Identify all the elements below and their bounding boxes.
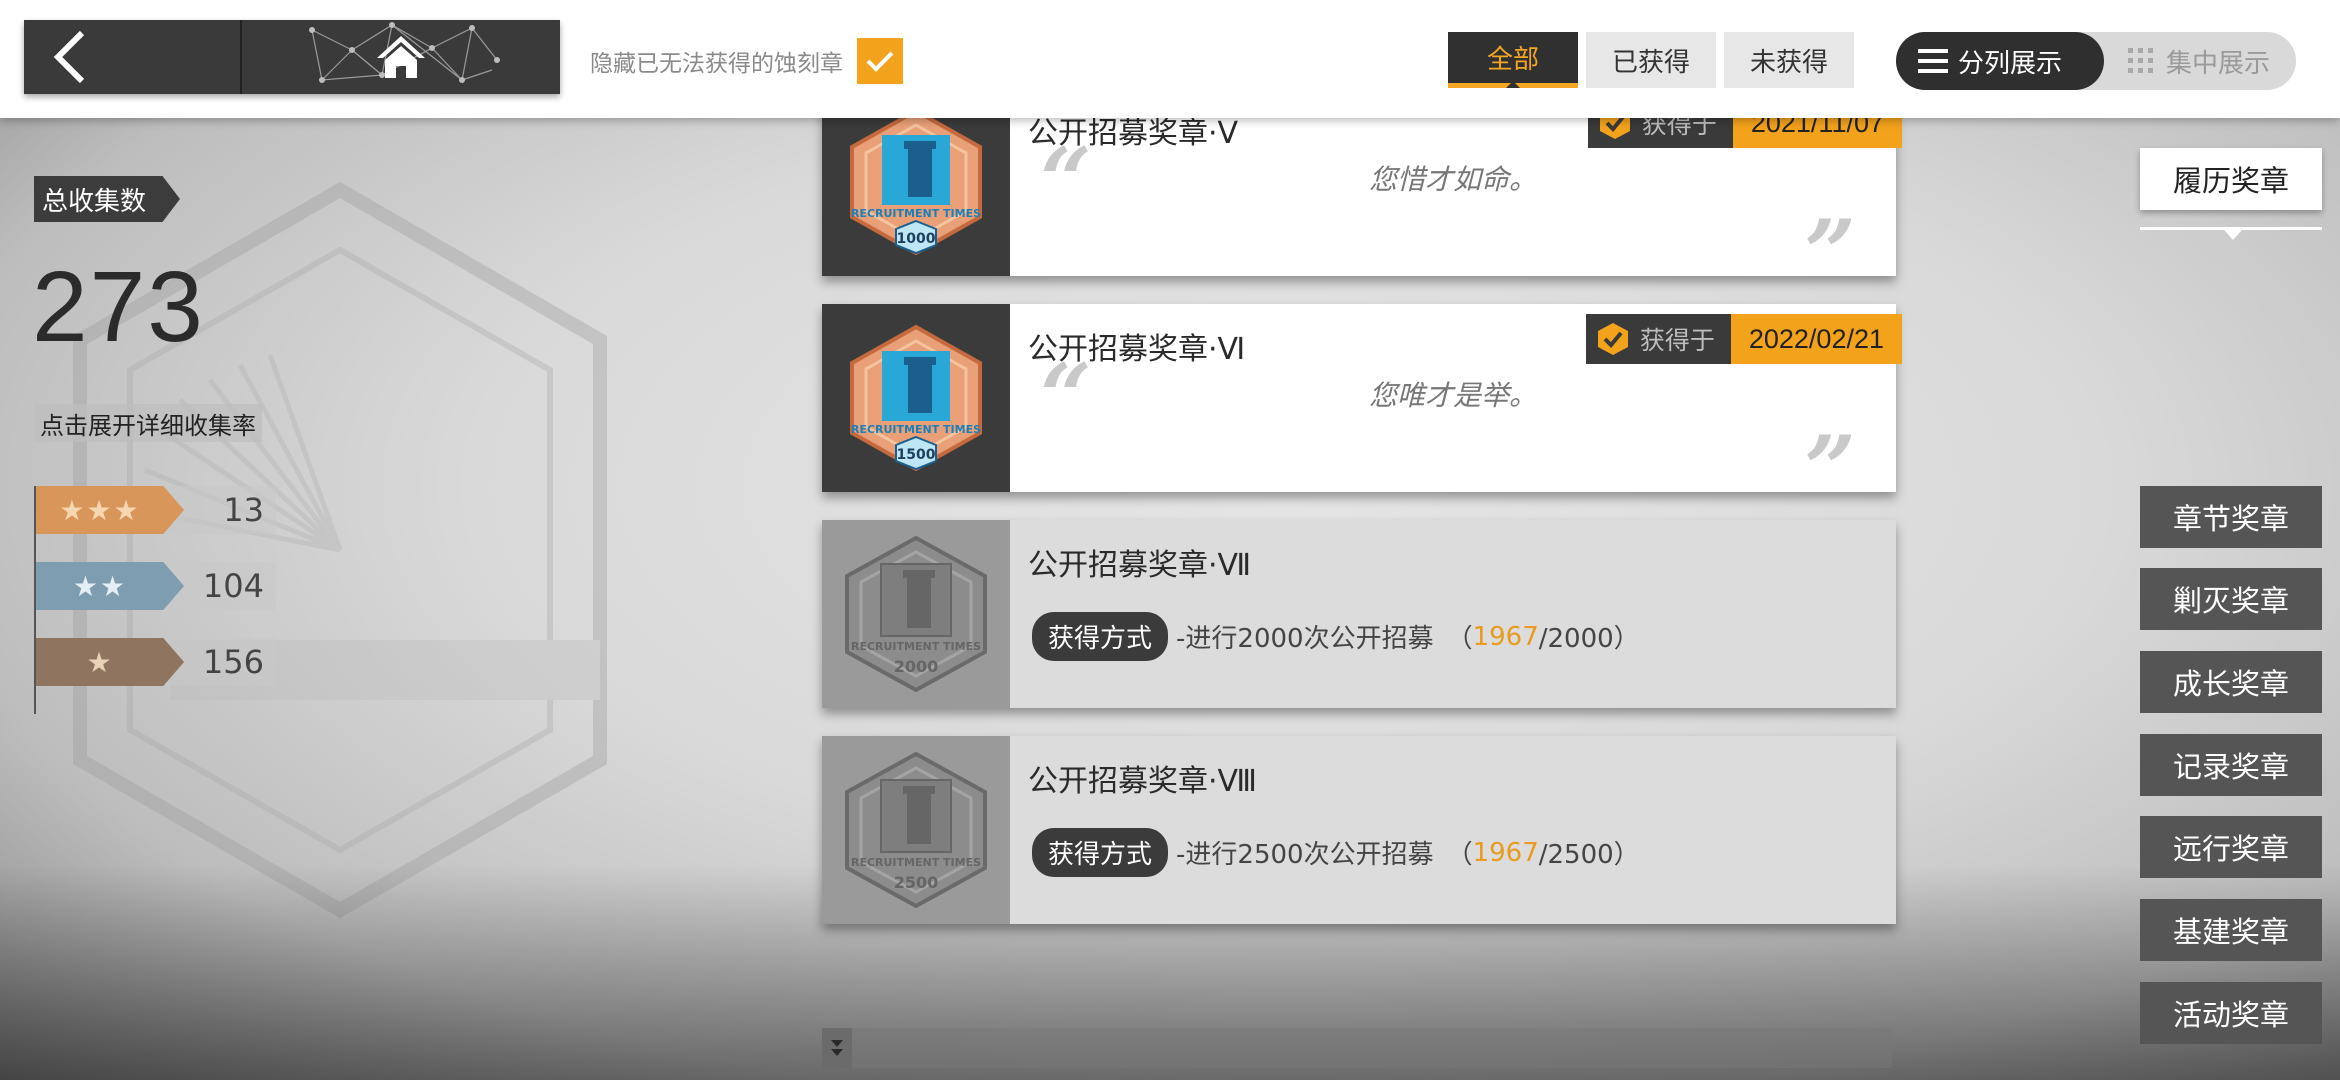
category-tab-chapter[interactable]: 章节奖章 — [2140, 486, 2322, 548]
two-star-tag: ★★ — [36, 562, 184, 610]
nav-group — [24, 20, 560, 94]
badge-number: 2500 — [894, 873, 939, 892]
acquire-method-text: -进行2500次公开招募 （ — [1176, 840, 1473, 870]
recruitment-medal-icon: RECRUITMENT TIMES 2000 — [845, 535, 987, 693]
medal-card-body: 公开招募奖章·Ⅵ “ 您唯才是举。 ” 获得于 2022/02/21 — [1010, 304, 1902, 514]
badge-caption: RECRUITMENT TIMES — [851, 207, 981, 220]
list-icon — [1918, 49, 1948, 73]
badge-number: 1000 — [897, 231, 936, 247]
medal-card-body: 公开招募奖章·Ⅷ 获得方式 -进行2500次公开招募 （1967/2500） — [1010, 736, 1896, 924]
medal-card[interactable]: RECRUITMENT TIMES 1500 公开招募奖章·Ⅵ “ 您唯才是举。… — [822, 304, 1902, 514]
progress-current: 1967 — [1472, 837, 1539, 868]
three-star-tag: ★★★ — [36, 486, 184, 534]
home-button[interactable] — [242, 20, 560, 94]
acquire-method-label: 获得方式 — [1032, 828, 1169, 877]
badge-caption: RECRUITMENT TIMES — [851, 856, 981, 869]
rarity-row-3star: ★★★ 13 — [36, 486, 276, 534]
recruitment-medal-icon: RECRUITMENT TIMES 1000 — [850, 108, 982, 256]
progress-total: /2500） — [1538, 840, 1640, 870]
rarity-breakdown: ★★★ 13 ★★ 104 ★ 156 — [34, 486, 276, 714]
medal-title: 公开招募奖章·Ⅶ — [1028, 548, 1252, 583]
chevron-left-icon — [53, 30, 85, 84]
expand-collection-rate-button[interactable]: 点击展开详细收集率 — [34, 404, 262, 442]
medal-card-locked[interactable]: RECRUITMENT TIMES 2500 公开招募奖章·Ⅷ 获得方式 -进行… — [822, 736, 1896, 924]
view-mode-grid-label: 集中展示 — [2166, 48, 2271, 79]
category-tab-base[interactable]: 基建奖章 — [2140, 899, 2322, 961]
medal-title: 公开招募奖章·Ⅷ — [1028, 764, 1258, 799]
medal-icon-locked: RECRUITMENT TIMES 2500 — [822, 736, 1010, 924]
one-star-count: 156 — [202, 643, 264, 681]
medal-icon-locked: RECRUITMENT TIMES 2000 — [822, 520, 1010, 708]
three-star-count: 13 — [223, 491, 264, 529]
one-star-tag: ★ — [36, 638, 184, 686]
progress-current: 1967 — [1472, 621, 1539, 652]
acquire-method-label: 获得方式 — [1032, 612, 1169, 661]
medal-quote: 您惜才如命。 — [1368, 163, 1537, 196]
total-collection-title: 总收集数 — [34, 176, 180, 222]
obtained-label-text: 获得于 — [1639, 326, 1715, 355]
top-bar: 隐藏已无法获得的蚀刻章 全部 已获得 未获得 分列展示 集中展示 — [0, 0, 2340, 118]
filter-tab-obtained[interactable]: 已获得 — [1586, 32, 1716, 88]
progress-total: /2000） — [1538, 624, 1640, 654]
category-tab-expedition[interactable]: 远行奖章 — [2140, 816, 2322, 878]
quote-close-icon: ” — [1804, 200, 1856, 306]
two-star-count: 104 — [202, 567, 264, 605]
view-mode-grid[interactable]: 集中展示 — [2104, 32, 2292, 90]
view-mode-toggle: 分列展示 集中展示 — [1896, 32, 2296, 90]
category-tab-growth[interactable]: 成长奖章 — [2140, 651, 2322, 713]
horizontal-scrollbar[interactable] — [822, 1028, 1892, 1068]
back-button[interactable] — [24, 20, 242, 94]
acquire-method-text: -进行2000次公开招募 （ — [1176, 624, 1473, 654]
recruitment-medal-icon: RECRUITMENT TIMES 2500 — [845, 751, 987, 909]
category-tab-record[interactable]: 记录奖章 — [2140, 734, 2322, 796]
acquire-method-row: 获得方式 -进行2500次公开招募 （1967/2500） — [1028, 828, 1896, 877]
rarity-row-2star: ★★ 104 — [36, 562, 276, 610]
double-chevron-down-icon — [831, 1040, 843, 1056]
badge-number: 1500 — [897, 447, 936, 463]
badge-caption: RECRUITMENT TIMES — [851, 640, 981, 653]
filter-tab-not-obtained[interactable]: 未获得 — [1724, 32, 1854, 88]
hide-unobtainable-checkbox[interactable] — [857, 38, 903, 84]
recruitment-medal-icon: RECRUITMENT TIMES 1500 — [850, 324, 982, 472]
checkmark-icon — [866, 51, 894, 72]
obtained-label: 获得于 — [1585, 314, 1731, 364]
home-icon — [377, 36, 425, 78]
hide-unobtainable-toggle[interactable]: 隐藏已无法获得的蚀刻章 — [590, 38, 903, 84]
category-tab-event[interactable]: 活动奖章 — [2140, 982, 2322, 1044]
check-badge-icon — [1597, 323, 1628, 355]
acquire-method-row: 获得方式 -进行2000次公开招募 （1967/2000） — [1028, 612, 1896, 661]
medal-card-body: 公开招募奖章·Ⅶ 获得方式 -进行2000次公开招募 （1967/2000） — [1010, 520, 1896, 708]
view-mode-list[interactable]: 分列展示 — [1896, 32, 2104, 90]
scrollbar-thumb[interactable] — [822, 1028, 852, 1068]
total-collection-count: 273 — [32, 251, 205, 363]
medal-card-locked[interactable]: RECRUITMENT TIMES 2000 公开招募奖章·Ⅶ 获得方式 -进行… — [822, 520, 1896, 708]
quote-close-icon: ” — [1804, 416, 1856, 522]
rarity-row-1star: ★ 156 — [36, 638, 276, 686]
obtained-date: 2022/02/21 — [1730, 314, 1902, 364]
grid-icon — [2128, 48, 2153, 73]
obtained-badge: 获得于 2022/02/21 — [1585, 314, 1902, 364]
hide-unobtainable-label: 隐藏已无法获得的蚀刻章 — [590, 51, 843, 77]
badge-caption: RECRUITMENT TIMES — [851, 423, 981, 436]
medal-quote: 您唯才是举。 — [1368, 379, 1537, 412]
badge-number: 2000 — [894, 657, 939, 676]
filter-tabs: 全部 已获得 未获得 — [1448, 32, 1854, 88]
category-tab-annihilation[interactable]: 剿灭奖章 — [2140, 568, 2322, 630]
view-mode-list-label: 分列展示 — [1958, 48, 2063, 79]
category-tab-career[interactable]: 履历奖章 — [2140, 148, 2322, 210]
category-active-pointer — [2140, 222, 2322, 240]
filter-tab-all[interactable]: 全部 — [1448, 32, 1578, 88]
medal-icon: RECRUITMENT TIMES 1500 — [822, 304, 1010, 492]
